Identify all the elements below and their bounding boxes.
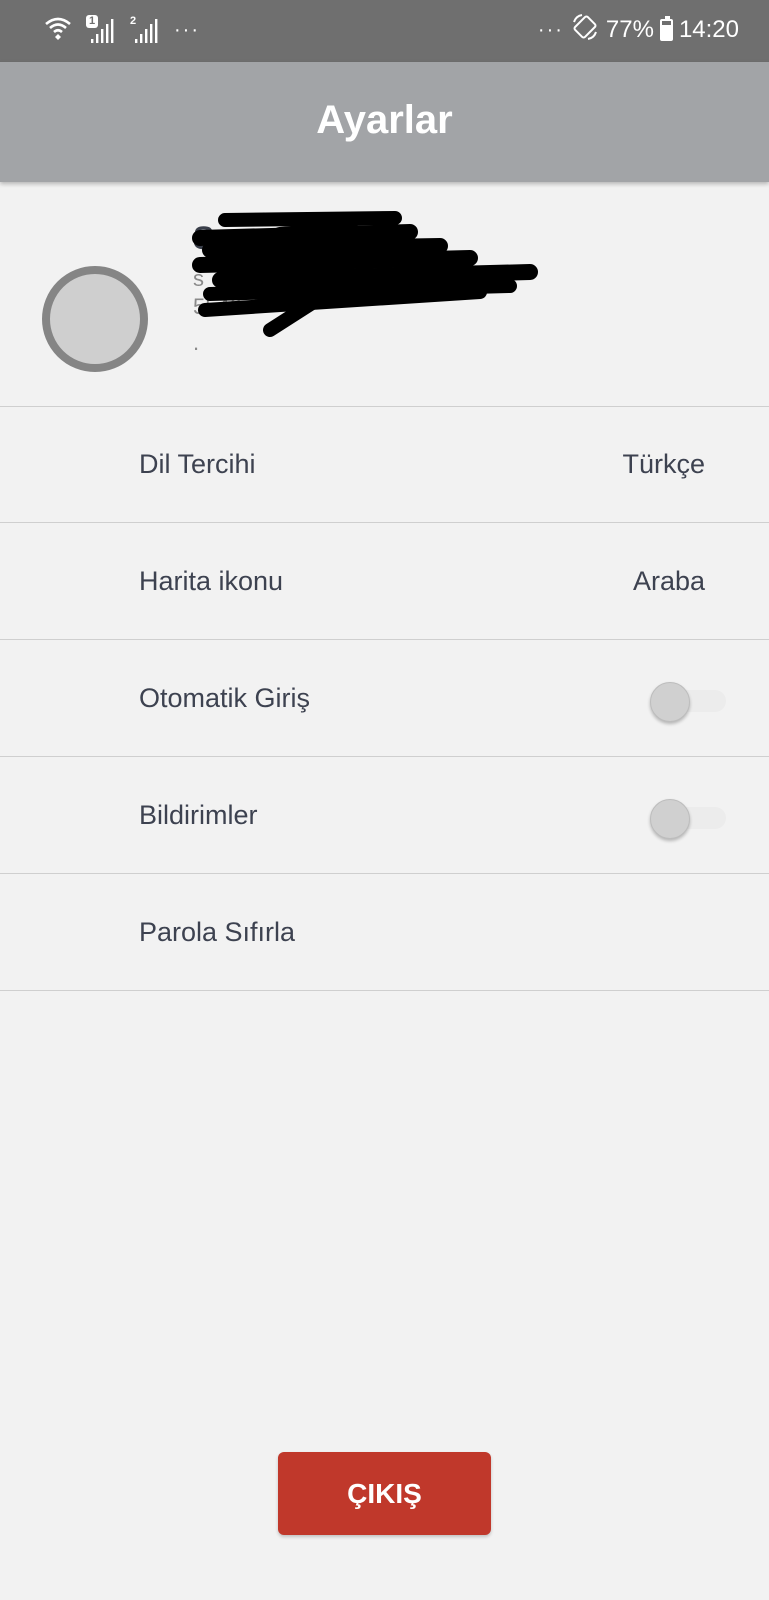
- profile-section: Sa s 5540 .: [0, 182, 769, 407]
- setting-label: Bildirimler: [139, 800, 258, 830]
- battery-icon: [659, 16, 673, 41]
- notifications-toggle[interactable]: [650, 799, 730, 839]
- setting-value: Türkçe: [622, 449, 705, 479]
- page-title: Ayarlar: [316, 98, 453, 142]
- overflow-left-dots: ···: [174, 18, 200, 41]
- auto-rotate-icon: [570, 12, 600, 49]
- setting-map-icon[interactable]: Harita ikonu Araba: [0, 523, 769, 640]
- setting-language[interactable]: Dil Tercihi Türkçe: [0, 406, 769, 523]
- status-left: 1 2 ···: [44, 14, 200, 46]
- setting-label: Otomatik Giriş: [139, 683, 311, 713]
- signal-sim2-icon: 2: [130, 15, 160, 45]
- signal-sim1-icon: 1: [86, 15, 116, 45]
- logout-button[interactable]: ÇIKIŞ: [278, 1452, 491, 1535]
- toggle-knob: [650, 682, 690, 722]
- wifi-icon: [44, 15, 72, 46]
- setting-label: Harita ikonu: [139, 566, 284, 596]
- setting-reset-password[interactable]: Parola Sıfırla: [0, 874, 769, 991]
- setting-auto-login: Otomatik Giriş: [0, 640, 769, 757]
- battery-percent: 77%: [605, 16, 654, 43]
- setting-label: Dil Tercihi: [139, 449, 256, 479]
- setting-notifications: Bildirimler: [0, 757, 769, 874]
- app-bar: Ayarlar: [0, 62, 769, 182]
- status-right: ··· 77% 14:20: [537, 12, 739, 49]
- clock: 14:20: [678, 16, 739, 43]
- avatar: [42, 266, 148, 372]
- setting-value: Araba: [632, 566, 705, 596]
- overflow-right-dots: ···: [537, 18, 564, 41]
- redaction-scribble: [192, 211, 538, 337]
- status-bar: 1 2 ··· ··· 77% 14:20: [0, 0, 769, 62]
- auto-login-toggle[interactable]: [650, 682, 730, 722]
- setting-label: Parola Sıfırla: [139, 917, 296, 947]
- toggle-knob: [650, 799, 690, 839]
